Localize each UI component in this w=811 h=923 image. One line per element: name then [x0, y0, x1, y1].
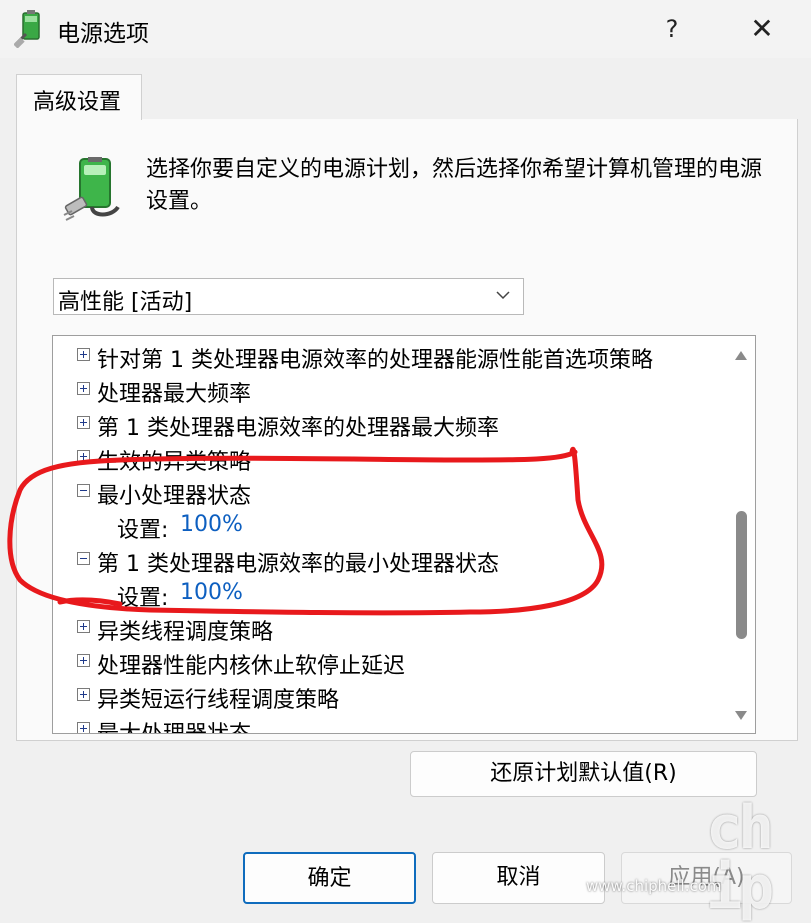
setting-value-link[interactable]: 100%	[180, 512, 243, 537]
expand-icon[interactable]	[77, 620, 90, 633]
expand-icon[interactable]	[77, 688, 90, 701]
setting-value-link[interactable]: 100%	[180, 580, 243, 605]
description-text: 选择你要自定义的电源计划，然后选择你希望计算机管理的电源设置。	[146, 157, 763, 214]
title-bar: 电源选项 ? ✕	[0, 0, 811, 58]
tree-item[interactable]: 处理器性能内核休止软停止延迟	[53, 645, 723, 679]
expand-icon[interactable]	[77, 654, 90, 667]
battery-plug-icon	[63, 157, 120, 221]
collapse-icon[interactable]	[77, 484, 90, 497]
tree-item[interactable]: 异类线程调度策略	[53, 611, 723, 645]
tree-item[interactable]: 第 1 类处理器电源效率的处理器最大频率	[53, 407, 723, 441]
cancel-button[interactable]: 取消	[432, 852, 605, 904]
window-title: 电源选项	[57, 21, 149, 47]
expand-icon[interactable]	[77, 382, 90, 395]
settings-tree[interactable]: 针对第 1 类处理器电源效率的处理器能源性能首选项策略 处理器最大频率 第 1 …	[52, 335, 756, 734]
tree-setting-row[interactable]: 设置: 100%	[53, 577, 723, 611]
tree-item[interactable]: 第 1 类处理器电源效率的最小处理器状态	[53, 543, 723, 577]
expand-icon[interactable]	[77, 450, 90, 463]
expand-icon[interactable]	[77, 348, 90, 361]
power-plan-dropdown[interactable]: 高性能 [活动]	[53, 278, 524, 315]
scroll-thumb[interactable]	[736, 511, 747, 639]
watermark-url: www.chiphell.com	[586, 877, 722, 895]
restore-defaults-button[interactable]: 还原计划默认值(R)	[410, 751, 757, 797]
scroll-up-icon[interactable]	[735, 351, 747, 360]
power-options-icon	[14, 10, 40, 48]
collapse-icon[interactable]	[77, 552, 90, 565]
watermark-logo: ch ip	[706, 793, 774, 923]
tree-item[interactable]: 针对第 1 类处理器电源效率的处理器能源性能首选项策略	[53, 339, 723, 373]
help-button[interactable]: ?	[650, 8, 694, 50]
chevron-down-icon	[496, 291, 510, 300]
tree-item[interactable]: 异类短运行线程调度策略	[53, 679, 723, 713]
power-plan-value: 高性能 [活动]	[58, 290, 193, 315]
expand-icon[interactable]	[77, 416, 90, 429]
vertical-scrollbar[interactable]	[727, 336, 755, 733]
expand-icon[interactable]	[77, 722, 90, 733]
tree-item[interactable]: 处理器最大频率	[53, 373, 723, 407]
tree-item[interactable]: 生效的异类策略	[53, 441, 723, 475]
tab-label: 高级设置	[33, 90, 122, 115]
ok-button[interactable]: 确定	[243, 852, 416, 904]
tab-advanced-settings[interactable]: 高级设置	[16, 74, 142, 120]
tree-item[interactable]: 最小处理器状态	[53, 475, 723, 509]
close-button[interactable]: ✕	[740, 8, 784, 50]
tree-setting-row[interactable]: 设置: 100%	[53, 509, 723, 543]
scroll-down-icon[interactable]	[735, 711, 747, 720]
tree-item[interactable]: 最大处理器状态	[53, 713, 723, 733]
